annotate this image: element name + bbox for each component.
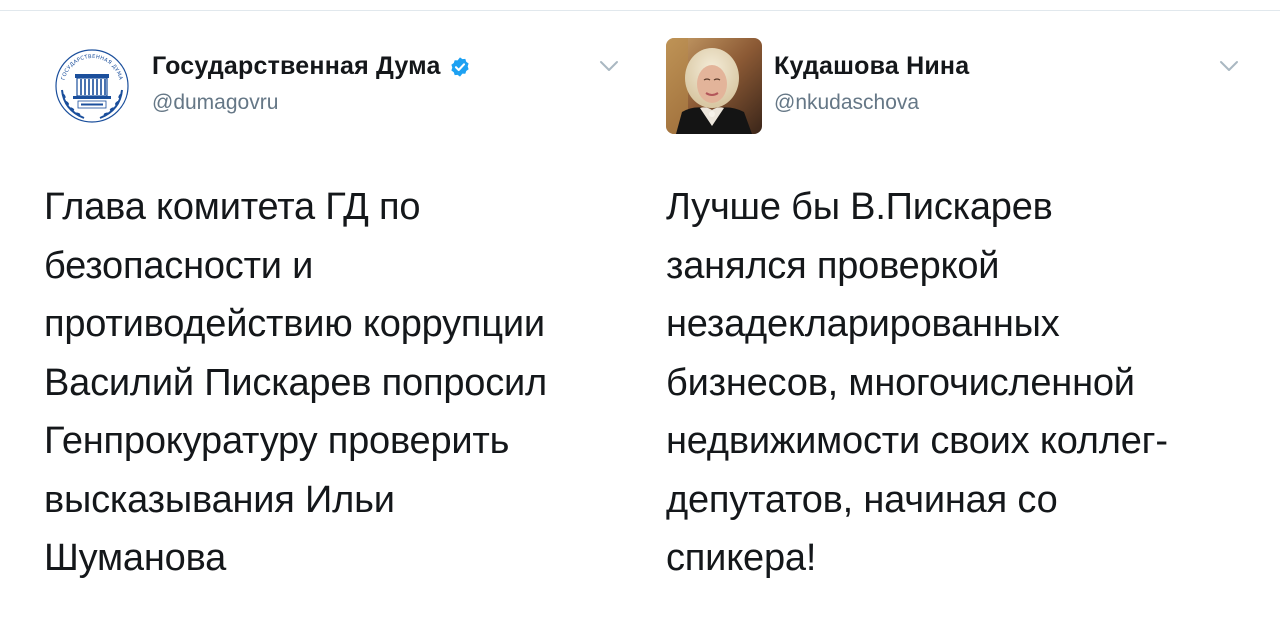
chevron-down-icon[interactable] (1218, 59, 1240, 73)
display-name[interactable]: Кудашова Нина (774, 52, 969, 81)
name-row: Государственная Дума (152, 52, 471, 81)
tweet-card-duma[interactable]: ГОСУДАРСТВЕННАЯ ДУМА Государственная Дум… (44, 0, 624, 625)
chevron-down-icon[interactable] (598, 59, 620, 73)
avatar[interactable]: ГОСУДАРСТВЕННАЯ ДУМА (44, 38, 140, 134)
tweet-text: Лучше бы В.Пискарев занялся проверкой не… (666, 186, 1168, 579)
display-name[interactable]: Государственная Дума (152, 52, 441, 81)
tweet-header: Кудашова Нина @nkudaschova (666, 38, 1256, 134)
profile-photo-icon (666, 38, 762, 134)
verified-badge-icon (450, 56, 469, 77)
tweet-header: ГОСУДАРСТВЕННАЯ ДУМА Государственная Дум… (44, 38, 624, 134)
tweet-text: Глава комитета ГД по безопасности и прот… (44, 186, 547, 579)
duma-emblem-icon: ГОСУДАРСТВЕННАЯ ДУМА (55, 49, 129, 123)
tweet-card-kudashova[interactable]: Кудашова Нина @nkudaschova Лучше бы В.Пи… (666, 0, 1256, 625)
avatar[interactable] (666, 38, 762, 134)
user-handle[interactable]: @dumagovru (152, 91, 278, 115)
name-row: Кудашова Нина (774, 52, 969, 81)
user-handle[interactable]: @nkudaschova (774, 91, 919, 115)
